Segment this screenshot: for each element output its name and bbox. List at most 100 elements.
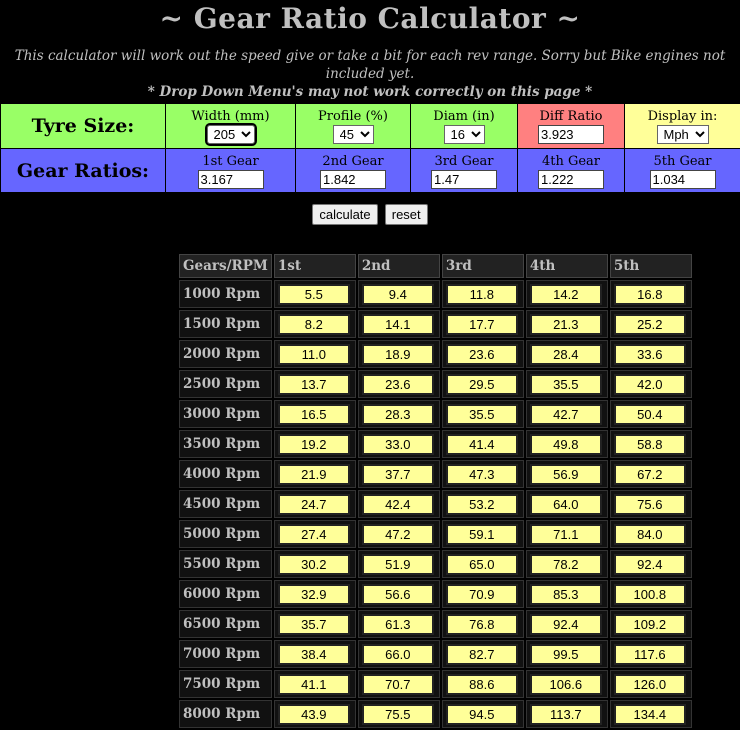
speed-value: 94.5 — [446, 704, 518, 725]
header-3rd: 3rd — [442, 254, 524, 278]
gear-1-cell: 1st Gear — [166, 149, 296, 193]
table-row: 4000 Rpm21.937.747.356.967.2 — [179, 460, 692, 488]
table-row: 7000 Rpm38.466.082.799.5117.6 — [179, 640, 692, 668]
calculate-button[interactable]: calculate — [312, 204, 377, 225]
speed-cell: 37.7 — [358, 460, 440, 488]
speed-value: 11.0 — [278, 344, 350, 365]
speed-cell: 11.8 — [442, 280, 524, 308]
speed-cell: 76.8 — [442, 610, 524, 638]
speed-cell: 75.5 — [358, 700, 440, 728]
rpm-label: 1500 Rpm — [179, 310, 272, 338]
diam-cell: Diam (in) 16 — [411, 104, 518, 149]
speed-value: 24.7 — [278, 494, 350, 515]
gear-4-input[interactable] — [538, 170, 604, 189]
table-row: 1000 Rpm5.59.411.814.216.8 — [179, 280, 692, 308]
speed-value: 65.0 — [446, 554, 518, 575]
speed-value: 64.0 — [530, 494, 602, 515]
speed-cell: 56.6 — [358, 580, 440, 608]
speed-value: 35.5 — [446, 404, 518, 425]
header-1st: 1st — [274, 254, 356, 278]
gear-5-caption: 5th Gear — [625, 154, 740, 169]
speed-cell: 126.0 — [610, 670, 692, 698]
speed-cell: 61.3 — [358, 610, 440, 638]
rpm-label: 7500 Rpm — [179, 670, 272, 698]
gear-ratios-label: Gear Ratios: — [1, 149, 166, 193]
speed-value: 59.1 — [446, 524, 518, 545]
profile-select[interactable]: 45 — [333, 125, 374, 144]
speed-cell: 109.2 — [610, 610, 692, 638]
speed-value: 35.5 — [530, 374, 602, 395]
speed-cell: 19.2 — [274, 430, 356, 458]
header-5th: 5th — [610, 254, 692, 278]
speed-cell: 18.9 — [358, 340, 440, 368]
speed-value: 117.6 — [614, 644, 686, 665]
diff-ratio-cell: Diff Ratio — [518, 104, 625, 149]
speed-value: 35.7 — [278, 614, 350, 635]
header-gears-rpm: Gears/RPM — [179, 254, 272, 278]
speed-value: 88.6 — [446, 674, 518, 695]
speed-cell: 21.3 — [526, 310, 608, 338]
speed-cell: 75.6 — [610, 490, 692, 518]
profile-caption: Profile (%) — [296, 109, 410, 124]
speed-cell: 30.2 — [274, 550, 356, 578]
speed-value: 82.7 — [446, 644, 518, 665]
reset-button[interactable]: reset — [385, 204, 428, 225]
speed-value: 14.1 — [362, 314, 434, 335]
table-row: 4500 Rpm24.742.453.264.075.6 — [179, 490, 692, 518]
display-caption: Display in: — [625, 109, 740, 124]
speed-value: 27.4 — [278, 524, 350, 545]
gear-1-input[interactable] — [198, 170, 264, 189]
action-buttons: calculate reset — [0, 204, 740, 226]
speed-cell: 35.7 — [274, 610, 356, 638]
gear-5-input[interactable] — [650, 170, 716, 189]
speed-cell: 92.4 — [610, 550, 692, 578]
diff-ratio-input[interactable] — [538, 125, 604, 144]
speed-cell: 29.5 — [442, 370, 524, 398]
gear-2-cell: 2nd Gear — [296, 149, 411, 193]
speed-cell: 117.6 — [610, 640, 692, 668]
rpm-label: 5500 Rpm — [179, 550, 272, 578]
speed-value: 28.3 — [362, 404, 434, 425]
speed-value: 134.4 — [614, 704, 686, 725]
speed-value: 92.4 — [530, 614, 602, 635]
speed-cell: 134.4 — [610, 700, 692, 728]
speed-cell: 47.3 — [442, 460, 524, 488]
speed-cell: 64.0 — [526, 490, 608, 518]
gear-2-caption: 2nd Gear — [296, 154, 410, 169]
rpm-label: 8000 Rpm — [179, 700, 272, 728]
gear-3-input[interactable] — [431, 170, 497, 189]
speed-value: 70.9 — [446, 584, 518, 605]
gear-2-input[interactable] — [320, 170, 386, 189]
table-row: 5000 Rpm27.447.259.171.184.0 — [179, 520, 692, 548]
results-header-row: Gears/RPM 1st 2nd 3rd 4th 5th — [179, 254, 692, 278]
speed-value: 29.5 — [446, 374, 518, 395]
speed-cell: 21.9 — [274, 460, 356, 488]
display-cell: Display in: Mph — [625, 104, 740, 149]
speed-value: 42.7 — [530, 404, 602, 425]
speed-cell: 27.4 — [274, 520, 356, 548]
tyre-size-row: Tyre Size: Width (mm) 205 Profile (%) 45… — [1, 104, 740, 149]
speed-value: 100.8 — [614, 584, 686, 605]
table-row: 3000 Rpm16.528.335.542.750.4 — [179, 400, 692, 428]
speed-cell: 99.5 — [526, 640, 608, 668]
speed-cell: 85.3 — [526, 580, 608, 608]
speed-value: 33.6 — [614, 344, 686, 365]
speed-value: 66.0 — [362, 644, 434, 665]
speed-value: 19.2 — [278, 434, 350, 455]
speed-value: 41.1 — [278, 674, 350, 695]
speed-value: 17.7 — [446, 314, 518, 335]
speed-cell: 11.0 — [274, 340, 356, 368]
speed-value: 30.2 — [278, 554, 350, 575]
speed-cell: 42.4 — [358, 490, 440, 518]
rpm-label: 3500 Rpm — [179, 430, 272, 458]
speed-value: 109.2 — [614, 614, 686, 635]
width-select[interactable]: 205 — [207, 125, 255, 144]
header-2nd: 2nd — [358, 254, 440, 278]
table-row: 1500 Rpm8.214.117.721.325.2 — [179, 310, 692, 338]
diam-select[interactable]: 16 — [444, 125, 485, 144]
display-unit-select[interactable]: Mph — [657, 125, 709, 144]
speed-value: 21.9 — [278, 464, 350, 485]
speed-cell: 17.7 — [442, 310, 524, 338]
results-body: 1000 Rpm5.59.411.814.216.81500 Rpm8.214.… — [179, 280, 692, 728]
speed-cell: 49.8 — [526, 430, 608, 458]
